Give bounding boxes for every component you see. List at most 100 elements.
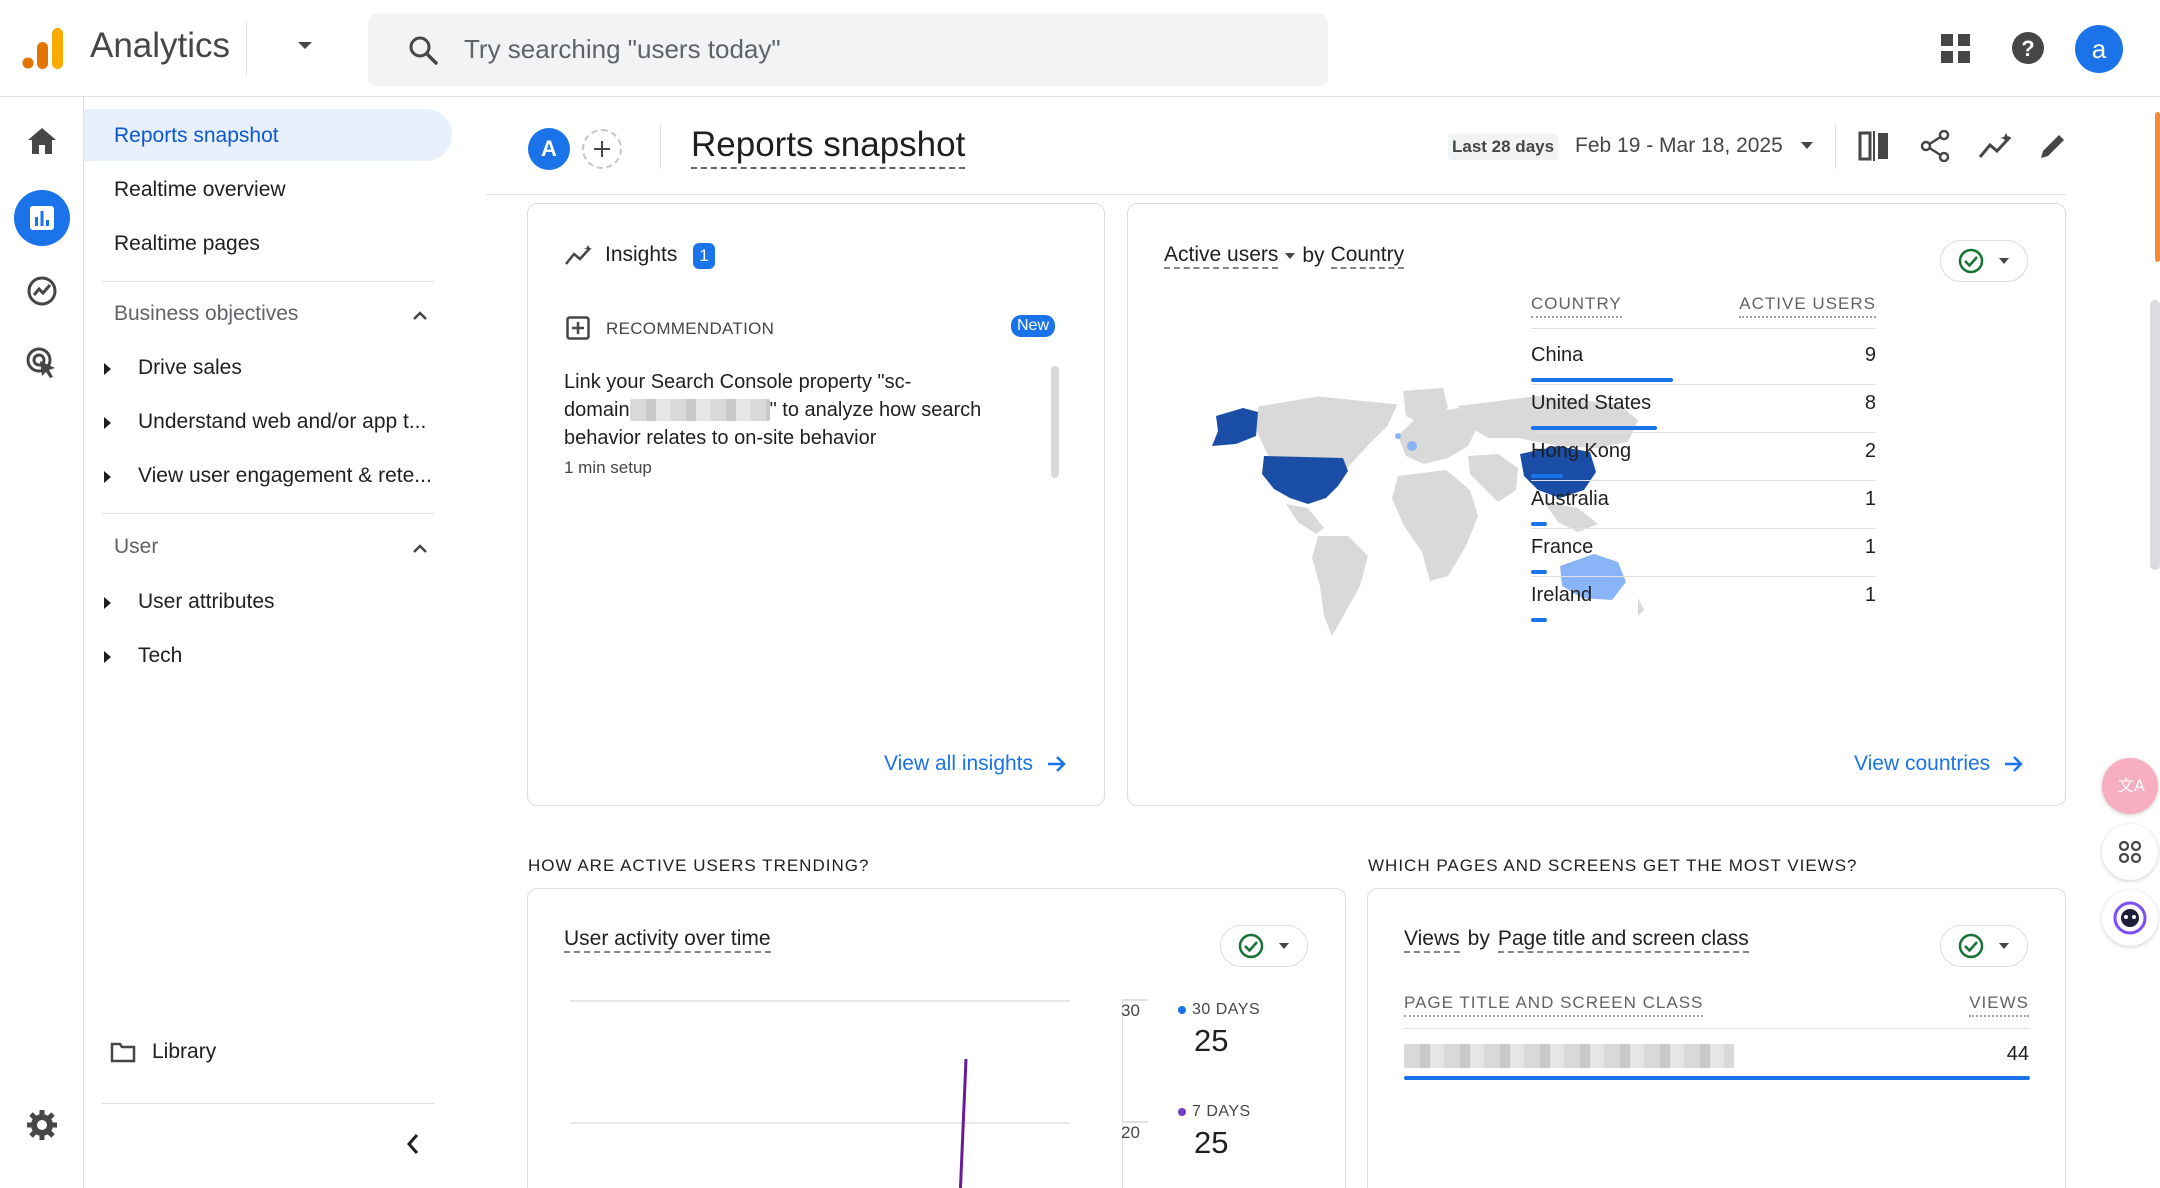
insights-trend-icon	[564, 244, 594, 266]
expand-triangle-icon[interactable]	[104, 363, 111, 375]
account-avatar[interactable]: a	[2075, 25, 2123, 73]
page-title[interactable]: Reports snapshot	[691, 125, 966, 169]
expand-triangle-icon[interactable]	[104, 651, 111, 663]
command-icon[interactable]	[2102, 824, 2158, 880]
date-dropdown-icon[interactable]	[1800, 141, 1814, 150]
assistant-face-icon[interactable]	[2102, 890, 2158, 946]
search-bar[interactable]: Try searching "users today"	[368, 14, 1328, 86]
settings-gear-icon[interactable]	[14, 1097, 70, 1153]
country-row[interactable]: France 1	[1531, 536, 1876, 584]
card-options-pill[interactable]	[1940, 240, 2028, 282]
dropdown-triangle-icon	[1999, 943, 2009, 949]
pages-card-title[interactable]: Views by Page title and screen class	[1404, 927, 1749, 953]
nav-item-tech[interactable]: Tech	[138, 644, 182, 668]
country-card-title[interactable]: Active users by Country	[1164, 243, 1405, 269]
metric-selector[interactable]: Active users	[1164, 243, 1279, 269]
edit-pencil-icon[interactable]	[2038, 131, 2068, 161]
date-preset-badge[interactable]: Last 28 days	[1448, 134, 1559, 160]
recommendation-text[interactable]: Link your Search Console property "sc- d…	[564, 368, 1014, 452]
view-countries-link[interactable]: View countries	[1854, 752, 2024, 776]
column-header-country[interactable]: COUNTRY	[1531, 294, 1622, 318]
help-icon[interactable]: ?	[2011, 31, 2045, 65]
advertising-icon[interactable]	[14, 335, 70, 391]
expand-triangle-icon[interactable]	[104, 417, 111, 429]
card-options-pill[interactable]	[1220, 925, 1308, 967]
compare-columns-icon[interactable]	[1858, 131, 1890, 161]
comparison-avatar[interactable]: A	[528, 128, 570, 170]
product-name[interactable]: Analytics	[90, 26, 230, 66]
redacted-page-title[interactable]	[1404, 1044, 1734, 1068]
nav-item-realtime-overview[interactable]: Realtime overview	[114, 178, 286, 202]
expand-triangle-icon[interactable]	[104, 597, 111, 609]
nav-item-drive-sales[interactable]: Drive sales	[138, 356, 242, 380]
y-tick-label: 20	[1121, 1123, 1140, 1142]
country-row[interactable]: United States 8	[1531, 392, 1876, 440]
legend-value: 25	[1194, 1125, 1229, 1160]
apps-grid-icon[interactable]	[1941, 34, 1971, 64]
nav-item-reports-snapshot[interactable]: Reports snapshot	[114, 124, 279, 148]
dimension-selector[interactable]: Page title and screen class	[1497, 927, 1749, 953]
page-scrollbar[interactable]	[2150, 300, 2160, 570]
insights-count-badge: 1	[693, 243, 715, 269]
insights-sparkle-icon[interactable]	[1978, 131, 2014, 161]
column-header-page-title[interactable]: PAGE TITLE AND SCREEN CLASS	[1404, 993, 1704, 1017]
nav-item-realtime-pages[interactable]: Realtime pages	[114, 232, 260, 256]
country-value: 1	[1864, 536, 1876, 558]
metric-dropdown-icon[interactable]	[1284, 252, 1296, 260]
reports-icon[interactable]	[14, 190, 70, 246]
nav-section-user[interactable]: User	[114, 535, 158, 559]
collapse-nav-chevron-left-icon[interactable]	[406, 1133, 420, 1155]
country-value: 1	[1864, 488, 1876, 510]
home-icon[interactable]	[14, 113, 70, 169]
user-activity-card: User activity over time 30 20 30 DAYS 25…	[527, 888, 1346, 1188]
analytics-logo-icon[interactable]	[22, 26, 64, 70]
insights-card: Insights 1 RECOMMENDATION New Link your …	[527, 203, 1105, 806]
country-value: 2	[1864, 440, 1876, 462]
legend-label: 30 DAYS	[1192, 1001, 1261, 1018]
account-picker-chevron-down-icon[interactable]	[296, 40, 314, 52]
dimension-selector[interactable]: Country	[1330, 243, 1405, 269]
svg-text:文A: 文A	[2118, 776, 2145, 795]
edge-indicator	[2155, 112, 2160, 262]
add-comparison-plus-icon[interactable]	[582, 129, 622, 169]
collapse-chevron-up-icon[interactable]	[412, 311, 428, 321]
country-name: Ireland	[1531, 584, 1593, 606]
country-row[interactable]: China 9	[1531, 344, 1876, 392]
country-row[interactable]: Hong Kong 2	[1531, 440, 1876, 488]
country-value: 1	[1864, 584, 1876, 606]
nav-item-view-user-engagement[interactable]: View user engagement & rete...	[138, 464, 432, 488]
date-range[interactable]: Feb 19 - Mar 18, 2025	[1575, 134, 1783, 158]
nav-item-understand-web-app[interactable]: Understand web and/or app t...	[138, 410, 426, 434]
nav-section-business-objectives[interactable]: Business objectives	[114, 302, 298, 326]
report-header: A Reports snapshot Last 28 days Feb 19 -…	[486, 97, 2066, 195]
country-row[interactable]: Australia 1	[1531, 488, 1876, 536]
card-options-pill[interactable]	[1940, 925, 2028, 967]
user-activity-title[interactable]: User activity over time	[564, 927, 771, 953]
nav-divider	[102, 513, 434, 514]
country-name: China	[1531, 344, 1584, 366]
nav-item-library[interactable]: Library	[152, 1040, 216, 1064]
column-header-active-users[interactable]: ACTIVE USERS	[1739, 294, 1876, 318]
share-icon[interactable]	[1920, 130, 1950, 162]
column-header-views[interactable]: VIEWS	[1969, 993, 2029, 1017]
expand-triangle-icon[interactable]	[104, 471, 111, 483]
views-value: 44	[2006, 1043, 2029, 1065]
active-users-by-country-card: Active users by Country COUNTRY ACTIVE U…	[1127, 203, 2066, 806]
row-rule	[1531, 432, 1876, 433]
translate-icon[interactable]: 文A	[2102, 758, 2158, 814]
collapse-chevron-up-icon[interactable]	[412, 544, 428, 554]
country-row[interactable]: Ireland 1	[1531, 584, 1876, 632]
activity-chart[interactable]	[570, 999, 1070, 1188]
insights-scrollbar[interactable]	[1051, 366, 1059, 478]
metric-selector[interactable]: Views	[1404, 927, 1460, 953]
view-all-insights-link[interactable]: View all insights	[884, 752, 1067, 776]
recommendation-plus-box-icon	[566, 316, 590, 342]
new-badge: New	[1011, 315, 1056, 337]
recommendation-label: RECOMMENDATION	[606, 319, 775, 338]
country-name: United States	[1531, 392, 1652, 414]
explore-icon[interactable]	[14, 263, 70, 319]
nav-item-user-attributes[interactable]: User attributes	[138, 590, 275, 614]
title-by: by	[1467, 927, 1490, 950]
header-rule	[1404, 1028, 2030, 1029]
rec-text-segment: domain	[564, 399, 630, 421]
